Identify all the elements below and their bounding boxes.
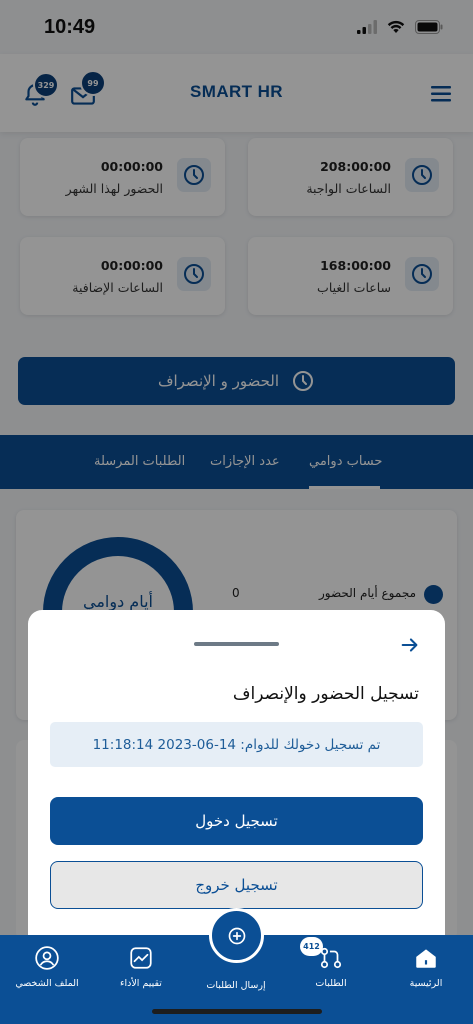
check-in-label: تسجيل دخول xyxy=(195,812,278,830)
home-icon xyxy=(411,943,441,973)
nav-home[interactable]: الرئيسية xyxy=(379,943,473,989)
nav-requests[interactable]: الطلبات xyxy=(284,943,378,989)
nav-label: الطلبات xyxy=(315,978,347,989)
nav-performance[interactable]: تقييم الأداء xyxy=(94,943,188,989)
nav-label: إرسال الطلبات xyxy=(206,980,266,991)
check-out-label: تسجيل خروج xyxy=(195,876,278,894)
check-in-button[interactable]: تسجيل دخول xyxy=(50,797,423,845)
arrow-right-icon[interactable] xyxy=(399,634,421,656)
check-in-notice: تم تسجيل دخولك للدوام: 14-06-2023 11:18:… xyxy=(50,722,423,767)
add-icon xyxy=(228,927,245,944)
nav-label: الرئيسية xyxy=(409,978,443,989)
nav-send-requests[interactable]: إرسال الطلبات xyxy=(189,975,283,991)
nav-label: تقييم الأداء xyxy=(120,978,162,989)
notice-text: تم تسجيل دخولك للدوام: 14-06-2023 11:18:… xyxy=(92,736,381,753)
requests-badge: 412 xyxy=(300,937,323,956)
sheet-handle[interactable] xyxy=(194,642,279,646)
check-out-button[interactable]: تسجيل خروج xyxy=(50,861,423,909)
performance-icon xyxy=(126,943,156,973)
profile-icon xyxy=(32,943,62,973)
sheet-title: تسجيل الحضور والإنصراف xyxy=(232,684,419,704)
attendance-sheet: تسجيل الحضور والإنصراف تم تسجيل دخولك لل… xyxy=(28,610,445,935)
nav-label: الملف الشخصي xyxy=(15,978,79,989)
nav-profile[interactable]: الملف الشخصي xyxy=(0,943,94,989)
send-request-fab[interactable] xyxy=(209,908,264,963)
home-indicator xyxy=(152,1009,322,1014)
